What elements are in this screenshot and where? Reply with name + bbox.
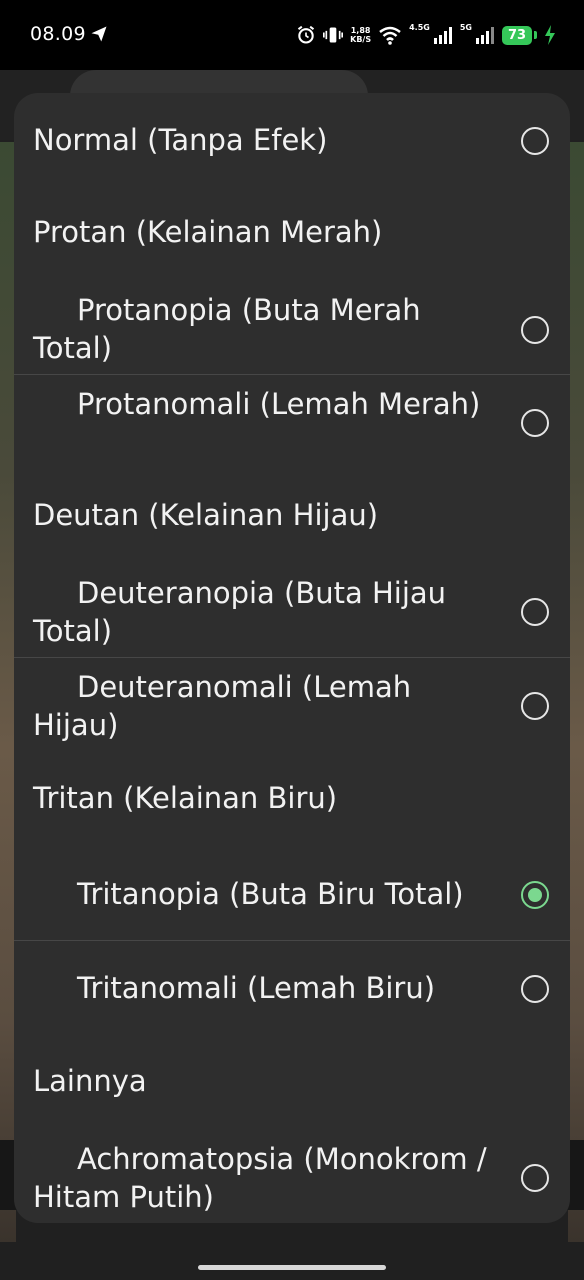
option-protanopia[interactable]: Protanopia (Buta Merah Total): [14, 281, 570, 375]
option-tritanomali[interactable]: Tritanomali (Lemah Biru): [14, 941, 570, 1035]
battery-cap: [534, 31, 537, 39]
radio-button[interactable]: [521, 316, 549, 344]
background-image-right: [568, 142, 584, 1242]
option-label: Deuteranopia (Buta Hijau Total): [33, 576, 456, 648]
wifi-icon: [379, 26, 401, 45]
status-bar: 08.09 1,88 KB/S 4.5G 5G 73: [0, 0, 584, 70]
vibrate-icon: [323, 27, 344, 43]
category-lainnya: Lainnya: [33, 1064, 147, 1098]
radio-button[interactable]: [521, 409, 549, 437]
network-speed: 1,88 KB/S: [350, 26, 372, 44]
option-deuteranomali[interactable]: Deuteranomali (Lemah Hijau): [14, 658, 570, 752]
option-protanomali[interactable]: Protanomali (Lemah Merah): [14, 375, 570, 469]
category-tritan: Tritan (Kelainan Biru): [33, 781, 338, 815]
sim2-label: 5G: [459, 22, 472, 32]
radio-button[interactable]: [521, 598, 549, 626]
option-achromatopsia[interactable]: Achromatopsia (Monokrom / Hitam Putih): [14, 1130, 570, 1223]
sim1-label: 4.5G: [409, 22, 430, 32]
send-icon: [91, 26, 107, 42]
status-time: 08.09: [30, 23, 86, 45]
battery-indicator: 73: [502, 25, 532, 45]
option-deuteranopia[interactable]: Deuteranopia (Buta Hijau Total): [14, 564, 570, 658]
option-label: Tritanopia (Buta Biru Total): [77, 877, 464, 911]
option-label: Achromatopsia (Monokrom / Hitam Putih): [33, 1142, 496, 1214]
radio-button[interactable]: [521, 1164, 549, 1192]
radio-button[interactable]: [521, 692, 549, 720]
radio-button-selected[interactable]: [521, 881, 549, 909]
option-label: Deuteranomali (Lemah Hijau): [33, 670, 421, 742]
home-indicator[interactable]: [198, 1265, 386, 1270]
signal-icon-sim1: [433, 27, 452, 44]
category-protan: Protan (Kelainan Merah): [33, 215, 383, 249]
option-label: Protanomali (Lemah Merah): [77, 387, 481, 421]
status-icons: 1,88 KB/S 4.5G 5G 73: [296, 20, 556, 50]
charging-icon: [545, 25, 555, 45]
option-normal[interactable]: Normal (Tanpa Efek): [14, 93, 570, 187]
alarm-icon: [298, 25, 315, 44]
category-deutan: Deutan (Kelainan Hijau): [33, 498, 379, 532]
option-label: Protanopia (Buta Merah Total): [33, 293, 430, 365]
signal-icon-sim2: [476, 27, 494, 44]
radio-button[interactable]: [521, 127, 549, 155]
option-label: Normal (Tanpa Efek): [33, 123, 328, 157]
radio-button[interactable]: [521, 975, 549, 1003]
option-label: Tritanomali (Lemah Biru): [77, 971, 436, 1005]
color-filter-dialog: Normal (Tanpa Efek) Protan (Kelainan Mer…: [14, 93, 570, 1223]
option-tritanopia[interactable]: Tritanopia (Buta Biru Total): [14, 847, 570, 941]
